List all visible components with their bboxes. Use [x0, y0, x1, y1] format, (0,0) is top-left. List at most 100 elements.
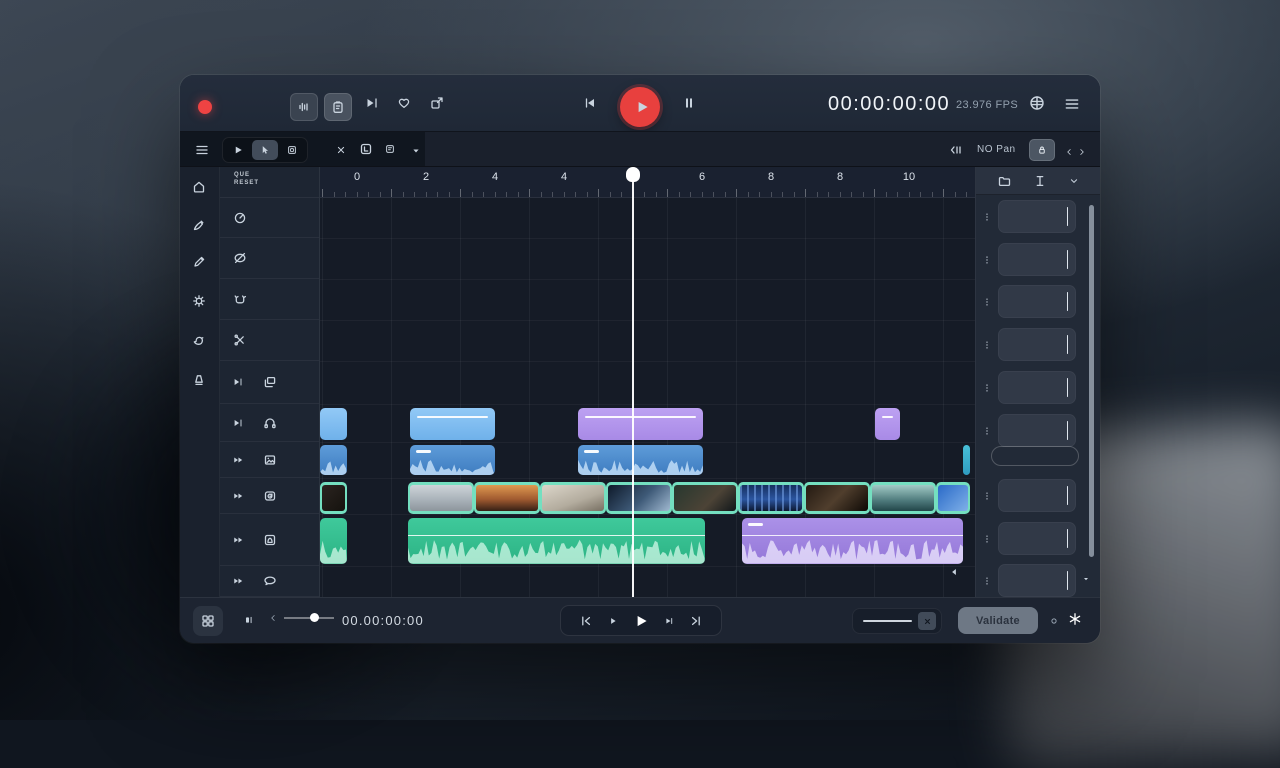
delete-tool-button[interactable] [335, 143, 347, 161]
clip-audio-track-blue[interactable] [578, 445, 703, 475]
video-thumbnail[interactable] [320, 482, 347, 514]
clip-overlay-track[interactable] [578, 408, 703, 440]
keyframe-card[interactable] [998, 243, 1076, 276]
fast-forward-icon[interactable] [232, 534, 244, 546]
folder-icon[interactable] [996, 173, 1012, 189]
play-main-button[interactable] [632, 612, 650, 630]
sidebar-settings-button[interactable] [191, 293, 207, 314]
keyframe-card[interactable] [998, 285, 1076, 318]
track-header-row[interactable] [220, 238, 319, 279]
drag-handle-icon[interactable] [976, 338, 998, 352]
fast-forward-icon[interactable] [232, 490, 244, 502]
video-thumbnail[interactable] [870, 482, 936, 514]
track-header-row[interactable] [220, 514, 319, 566]
pane-toggle-button[interactable] [243, 613, 255, 631]
track-header-row[interactable] [220, 279, 319, 320]
keyframe-card[interactable] [998, 328, 1076, 361]
language-button[interactable] [1028, 94, 1046, 117]
step-forward-button[interactable] [663, 615, 675, 627]
video-thumbnail[interactable] [672, 482, 738, 514]
drag-handle-icon[interactable] [976, 253, 998, 267]
sidebar-pencil-button[interactable] [191, 254, 207, 275]
timeline-menu-button[interactable] [194, 142, 210, 163]
sidebar-eyedropper-button[interactable] [191, 217, 207, 238]
video-thumbnail[interactable] [804, 482, 870, 514]
keyframe-card[interactable] [998, 564, 1076, 597]
keyframe-card[interactable] [998, 371, 1076, 404]
value-slider-box[interactable] [852, 608, 942, 634]
video-thumbnail[interactable] [606, 482, 672, 514]
text-tool-icon[interactable] [1032, 173, 1048, 189]
skip-next-icon[interactable] [232, 376, 244, 388]
tool-grid[interactable] [279, 140, 305, 160]
track-header-row[interactable] [220, 198, 319, 238]
chevron-down-icon[interactable] [1068, 175, 1080, 187]
keyframe-card[interactable] [998, 200, 1076, 233]
menu-button[interactable] [1063, 95, 1081, 118]
label-tool-button[interactable] [358, 141, 374, 162]
loop-icon[interactable] [232, 291, 248, 307]
drag-handle-icon[interactable] [976, 381, 998, 395]
go-to-start-button[interactable] [578, 613, 594, 629]
speaker-icon[interactable] [262, 532, 278, 548]
clip-audio-track-music[interactable] [408, 518, 705, 564]
skip-next-icon[interactable] [232, 417, 244, 429]
track-header-row[interactable] [220, 361, 319, 404]
play-button[interactable] [620, 87, 660, 127]
bubble-icon[interactable] [262, 573, 278, 589]
fast-forward-icon[interactable] [232, 575, 244, 587]
clip-overlay-track[interactable] [410, 408, 495, 440]
record-indicator[interactable] [198, 100, 212, 114]
slider-handle[interactable] [310, 613, 319, 622]
clipboard-button[interactable] [324, 93, 352, 121]
zoom-mini-slider[interactable] [268, 613, 334, 623]
lock-button[interactable] [1029, 139, 1055, 161]
video-thumbnail[interactable] [540, 482, 606, 514]
tool-select[interactable] [252, 140, 278, 160]
sidebar-bird-button[interactable] [191, 333, 207, 354]
timeline-area[interactable]: 024468810 [320, 167, 975, 597]
collapse-panel-button[interactable] [948, 142, 964, 163]
panel-scrollbar[interactable] [1089, 205, 1094, 557]
slider-track[interactable] [284, 617, 334, 619]
scroll-down-indicator[interactable] [1081, 571, 1091, 589]
drag-handle-icon[interactable] [976, 489, 998, 503]
tag-button[interactable] [396, 95, 412, 116]
scissors-icon[interactable] [232, 332, 248, 348]
validate-button[interactable]: Validate [958, 607, 1038, 634]
track-header-row[interactable] [220, 478, 319, 514]
video-thumbnail[interactable] [936, 482, 970, 514]
tool-play[interactable] [225, 140, 251, 160]
video-thumbnail[interactable] [474, 482, 540, 514]
clip-audio-track-blue[interactable] [320, 445, 347, 475]
next-arrow-button[interactable] [1077, 144, 1087, 162]
play-small-button[interactable] [607, 615, 619, 627]
badge-tool-button[interactable] [384, 142, 396, 160]
pause-button[interactable] [681, 95, 697, 116]
effects-button[interactable] [1067, 611, 1083, 632]
video-thumbnail[interactable] [408, 482, 474, 514]
track-header-row[interactable] [220, 320, 319, 361]
export-button[interactable] [429, 95, 445, 116]
drag-handle-icon[interactable] [976, 295, 998, 309]
video-thumbnail[interactable] [738, 482, 804, 514]
collection-icon[interactable] [262, 374, 278, 390]
clip-audio-track-blue[interactable] [410, 445, 495, 475]
layout-grid-button[interactable] [193, 606, 223, 636]
power-icon[interactable] [232, 210, 248, 226]
drag-handle-icon[interactable] [976, 532, 998, 546]
eye-off-icon[interactable] [232, 250, 248, 266]
headset-icon[interactable] [262, 415, 278, 431]
track-header-row[interactable] [220, 566, 319, 597]
drag-handle-icon[interactable] [976, 424, 998, 438]
clip-overlay-track[interactable] [320, 408, 347, 440]
clip-audio-track-blue[interactable] [963, 445, 970, 475]
clear-value-button[interactable] [918, 612, 936, 630]
clip-audio-track-music[interactable] [320, 518, 347, 564]
drag-handle-icon[interactable] [976, 574, 998, 588]
keyframe-card[interactable] [998, 522, 1076, 555]
prev-arrow-button[interactable] [1064, 144, 1074, 162]
video-icon[interactable] [262, 488, 278, 504]
tool-dropdown[interactable] [410, 144, 422, 162]
sidebar-lamp-button[interactable] [191, 372, 207, 393]
